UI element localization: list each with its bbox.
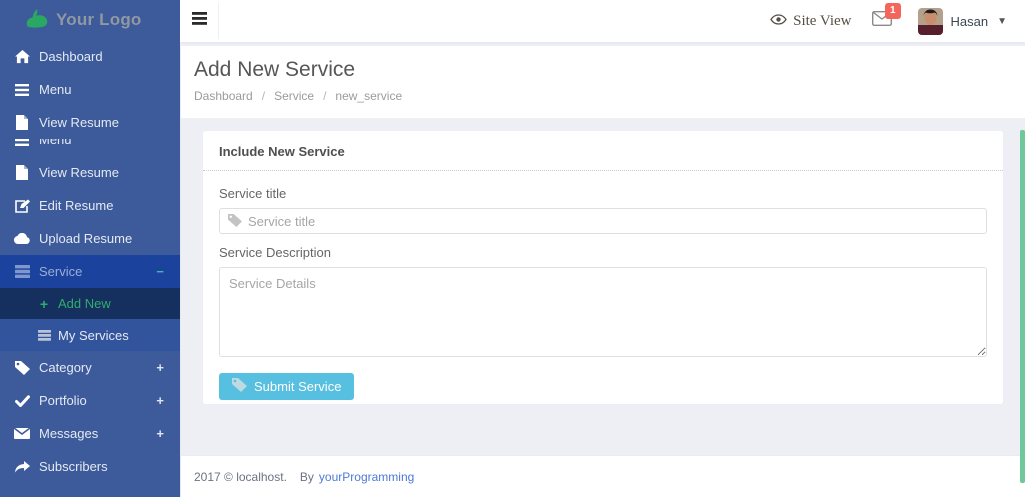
cloud-upload-icon <box>14 231 30 247</box>
hamburger-icon <box>192 12 207 30</box>
file-icon <box>14 115 30 131</box>
sidebar-item-view-resume[interactable]: View Resume <box>0 106 180 139</box>
footer-by-label: By <box>300 470 314 484</box>
user-menu[interactable]: Hasan ▼ <box>918 8 1007 35</box>
topbar: Site View 1 Hasan ▼ <box>180 0 1025 44</box>
collapse-minus-icon[interactable]: − <box>156 264 164 279</box>
sidebar: Your Logo Dashboard Menu View Resume Men… <box>0 0 180 497</box>
logo[interactable]: Your Logo <box>0 0 180 40</box>
sidebar-item-label: Portfolio <box>39 393 87 408</box>
plus-icon: + <box>37 297 51 311</box>
sidebar-item-label: My Services <box>58 328 129 343</box>
expand-plus-icon[interactable]: + <box>156 426 164 441</box>
logo-text: Your Logo <box>56 10 142 30</box>
sidebar-item-label: Category <box>39 360 92 375</box>
breadcrumb: Dashboard / Service / new_service <box>194 89 1025 103</box>
sidebar-item-messages[interactable]: Messages + <box>0 417 180 450</box>
card-body: Service title Service Description Submit… <box>203 171 1003 413</box>
sidebar-item-label: Messages <box>39 426 98 441</box>
service-description-label: Service Description <box>219 245 987 260</box>
sidebar-item-service[interactable]: Service − <box>0 255 180 288</box>
sidebar-item-label: Subscribers <box>39 459 108 474</box>
card-header: Include New Service <box>203 131 1003 171</box>
breadcrumb-separator: / <box>323 89 326 103</box>
site-view-link[interactable]: Site View <box>770 13 851 30</box>
avatar <box>918 8 943 35</box>
sidebar-item-edit-resume[interactable]: Edit Resume <box>0 189 180 222</box>
tag-icon <box>232 378 247 395</box>
sidebar-item-add-new[interactable]: + Add New <box>0 288 180 319</box>
submit-button-label: Submit Service <box>254 379 341 394</box>
messages-button[interactable]: 1 <box>872 11 892 31</box>
breadcrumb-separator: / <box>262 89 265 103</box>
sidebar-toggle-button[interactable] <box>180 3 219 39</box>
new-service-card: Include New Service Service title Servic… <box>203 131 1003 404</box>
envelope-icon <box>14 426 30 442</box>
sidebar-item-label: Edit Resume <box>39 198 113 213</box>
chevron-down-icon: ▼ <box>997 16 1007 27</box>
sidebar-item-label: View Resume <box>39 165 119 180</box>
logo-rabbit-icon <box>24 7 50 34</box>
service-title-input[interactable] <box>219 208 987 234</box>
page-head: Add New Service Dashboard / Service / ne… <box>180 46 1025 118</box>
share-arrow-icon <box>14 459 30 475</box>
sidebar-item-label: Upload Resume <box>39 231 132 246</box>
check-icon <box>14 393 30 409</box>
sidebar-item-label: Add New <box>58 296 111 311</box>
expand-plus-icon[interactable]: + <box>156 393 164 408</box>
sidebar-item-dashboard[interactable]: Dashboard <box>0 40 180 73</box>
unread-count-badge: 1 <box>885 3 901 19</box>
eye-icon <box>770 13 787 30</box>
sidebar-item-label: Dashboard <box>39 49 103 64</box>
sidebar-item-view-resume-2[interactable]: View Resume <box>0 156 180 189</box>
tag-icon <box>14 360 30 376</box>
content-area: Include New Service Service title Servic… <box>180 118 1025 455</box>
your-programming-link[interactable]: yourProgramming <box>319 470 414 484</box>
sidebar-item-subscribers[interactable]: Subscribers <box>0 450 180 483</box>
sidebar-item-label: View Resume <box>39 115 119 130</box>
page-title: Add New Service <box>194 58 1025 82</box>
sidebar-item-upload-resume[interactable]: Upload Resume <box>0 222 180 255</box>
sidebar-item-my-services[interactable]: My Services <box>0 319 180 351</box>
edit-icon <box>14 198 30 214</box>
bars-icon <box>14 139 30 148</box>
breadcrumb-service[interactable]: Service <box>274 89 314 103</box>
file-icon <box>14 165 30 181</box>
sidebar-item-label: Menu <box>39 82 72 97</box>
submit-service-button[interactable]: Submit Service <box>219 373 354 400</box>
user-name: Hasan <box>951 14 989 29</box>
home-icon <box>14 49 30 65</box>
table-icon <box>14 264 30 280</box>
sidebar-item-label: Service <box>39 264 82 279</box>
sidebar-item-portfolio[interactable]: Portfolio + <box>0 384 180 417</box>
sidebar-item-label: Menu <box>39 139 72 147</box>
footer: 2017 © localhost. By yourProgramming <box>180 455 1025 497</box>
content-scrollbar[interactable] <box>1020 130 1025 483</box>
sidebar-item-menu[interactable]: Menu <box>0 73 180 106</box>
table-small-icon <box>37 328 51 342</box>
tag-icon <box>228 214 242 232</box>
service-description-textarea[interactable] <box>219 267 987 357</box>
site-view-label: Site View <box>793 13 851 30</box>
breadcrumb-current: new_service <box>335 89 402 103</box>
breadcrumb-dashboard[interactable]: Dashboard <box>194 89 253 103</box>
bars-icon <box>14 82 30 98</box>
sidebar-item-category[interactable]: Category + <box>0 351 180 384</box>
expand-plus-icon[interactable]: + <box>156 360 164 375</box>
service-title-label: Service title <box>219 186 987 201</box>
sidebar-item-menu-clipped[interactable]: Menu <box>0 139 180 156</box>
copyright-text: 2017 © localhost. <box>194 470 287 484</box>
